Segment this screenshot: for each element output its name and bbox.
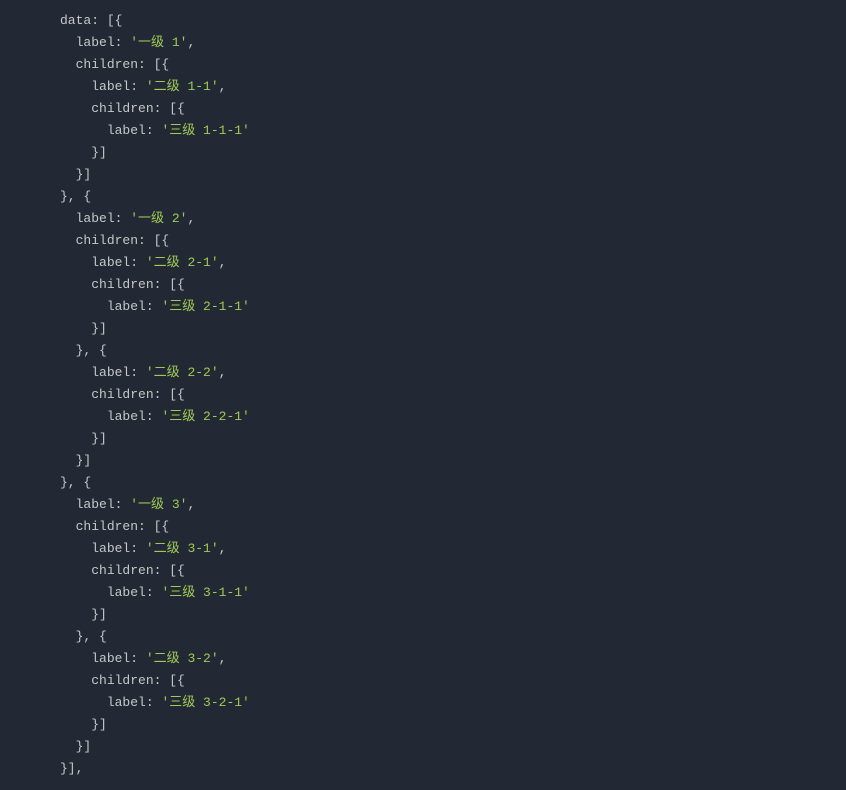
- code-line: label: '二级 2-1',: [60, 252, 846, 274]
- code-token-string: '一级 1': [130, 35, 187, 50]
- code-line: }]: [60, 318, 846, 340]
- code-token-string: '二级 2-1': [146, 255, 219, 270]
- code-line: }]: [60, 164, 846, 186]
- code-token-string: '二级 3-2': [146, 651, 219, 666]
- code-token-string: '三级 3-1-1': [161, 585, 249, 600]
- code-line: }, {: [60, 472, 846, 494]
- code-line: }]: [60, 142, 846, 164]
- code-line: label: '二级 3-1',: [60, 538, 846, 560]
- code-line: }],: [60, 758, 846, 780]
- code-line: label: '一级 2',: [60, 208, 846, 230]
- code-line: label: '二级 1-1',: [60, 76, 846, 98]
- code-token-string: '一级 3': [130, 497, 187, 512]
- code-token-key: data: [60, 13, 91, 28]
- code-line: children: [{: [60, 384, 846, 406]
- code-line: children: [{: [60, 516, 846, 538]
- code-line: }]: [60, 450, 846, 472]
- code-block: data: [{ label: '一级 1', children: [{ lab…: [60, 10, 846, 780]
- code-line: children: [{: [60, 560, 846, 582]
- code-line: }]: [60, 604, 846, 626]
- code-line: label: '二级 3-2',: [60, 648, 846, 670]
- code-line: children: [{: [60, 98, 846, 120]
- code-line: data: [{: [60, 10, 846, 32]
- code-token-string: '三级 2-1-1': [161, 299, 249, 314]
- code-line: }]: [60, 428, 846, 450]
- code-line: }, {: [60, 340, 846, 362]
- code-token-string: '三级 2-2-1': [161, 409, 249, 424]
- code-line: children: [{: [60, 54, 846, 76]
- code-line: label: '三级 3-1-1': [60, 582, 846, 604]
- code-token-string: '一级 2': [130, 211, 187, 226]
- code-line: label: '三级 3-2-1': [60, 692, 846, 714]
- code-line: children: [{: [60, 230, 846, 252]
- code-line: children: [{: [60, 274, 846, 296]
- code-line: label: '三级 1-1-1': [60, 120, 846, 142]
- code-token-string: '三级 3-2-1': [161, 695, 249, 710]
- code-token-string: '二级 3-1': [146, 541, 219, 556]
- code-line: label: '一级 3',: [60, 494, 846, 516]
- code-line: children: [{: [60, 670, 846, 692]
- code-token-string: '二级 1-1': [146, 79, 219, 94]
- code-line: label: '二级 2-2',: [60, 362, 846, 384]
- code-line: }, {: [60, 186, 846, 208]
- code-token-string: '三级 1-1-1': [161, 123, 249, 138]
- code-line: }]: [60, 714, 846, 736]
- code-line: }, {: [60, 626, 846, 648]
- code-line: label: '一级 1',: [60, 32, 846, 54]
- code-token-punct: : [{: [91, 13, 122, 28]
- code-token-string: '二级 2-2': [146, 365, 219, 380]
- code-line: label: '三级 2-2-1': [60, 406, 846, 428]
- code-line: }]: [60, 736, 846, 758]
- code-line: label: '三级 2-1-1': [60, 296, 846, 318]
